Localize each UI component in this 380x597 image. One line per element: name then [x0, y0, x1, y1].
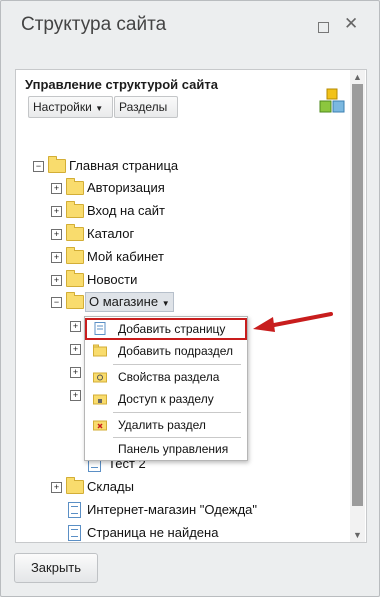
close-button[interactable]: Закрыть	[14, 553, 98, 583]
tree-scrollbar[interactable]: ▲ ▼	[350, 70, 365, 542]
dialog-titlebar[interactable]: Структура сайта ✕	[1, 1, 379, 51]
tree-item[interactable]: + Авторизация	[51, 178, 331, 198]
menu-separator	[113, 412, 241, 413]
tree-item[interactable]: + Вход на сайт	[51, 201, 331, 221]
menu-item-delete-section[interactable]: Удалить раздел	[85, 414, 247, 436]
close-icon[interactable]: ✕	[344, 14, 358, 33]
scrollbar-thumb[interactable]	[352, 84, 363, 506]
menu-item-label: Панель управления	[118, 442, 229, 456]
folder-icon	[66, 292, 84, 309]
chevron-down-icon: ▼	[95, 104, 104, 113]
tree-item[interactable]: Интернет-магазин "Одежда"	[66, 500, 346, 520]
tree-item[interactable]: + Склады	[51, 477, 331, 497]
tree-item-label: Новости	[87, 272, 138, 287]
collapse-icon[interactable]: −	[33, 161, 44, 172]
expand-icon[interactable]: +	[70, 390, 81, 401]
tree-item[interactable]: + Мой кабинет	[51, 247, 331, 267]
folder-icon	[66, 178, 84, 195]
tree-item-label: Каталог	[87, 226, 135, 241]
tree-root-label: Главная страница	[69, 158, 179, 173]
menu-item-control-panel[interactable]: Панель управления	[85, 438, 247, 460]
expand-icon[interactable]: +	[70, 367, 81, 378]
sections-button[interactable]: Разделы	[114, 96, 178, 118]
scroll-down-icon[interactable]: ▼	[353, 530, 362, 540]
close-button-label: Закрыть	[30, 560, 82, 575]
menu-separator	[113, 364, 241, 365]
menu-item-label: Удалить раздел	[118, 418, 206, 432]
expand-icon[interactable]: +	[51, 206, 62, 217]
tree-item[interactable]: + Каталог	[51, 224, 331, 244]
add-folder-icon	[93, 344, 107, 357]
maximize-icon[interactable]	[318, 22, 329, 33]
tree-item-label: Страница не найдена	[87, 525, 219, 540]
menu-item-section-properties[interactable]: Свойства раздела	[85, 366, 247, 388]
tree-root[interactable]: − Главная страница	[33, 156, 333, 176]
tree-item[interactable]: Страница не найдена	[66, 523, 346, 543]
folder-lock-icon	[93, 394, 107, 405]
settings-button[interactable]: Настройки ▼	[28, 96, 113, 118]
expand-icon[interactable]: +	[70, 344, 81, 355]
expand-icon[interactable]: +	[51, 229, 62, 240]
folder-icon	[66, 224, 84, 241]
expand-icon[interactable]: +	[51, 183, 62, 194]
menu-item-label: Доступ к разделу	[118, 392, 214, 406]
folder-delete-icon	[93, 420, 107, 431]
tree-item-label: О магазине	[89, 294, 159, 309]
context-menu: Добавить страницу Добавить подраздел Сво…	[84, 316, 248, 461]
expand-icon[interactable]: +	[51, 252, 62, 263]
expand-icon[interactable]: +	[51, 482, 62, 493]
collapse-icon[interactable]: −	[51, 297, 62, 308]
folder-icon	[66, 270, 84, 287]
tree-item-label: Интернет-магазин "Одежда"	[87, 502, 258, 517]
folder-icon	[66, 477, 84, 494]
site-structure-dialog: Структура сайта ✕ Управление структурой …	[0, 0, 380, 597]
panel-heading: Управление структурой сайта	[25, 77, 218, 92]
structure-panel: Управление структурой сайта Настройки ▼ …	[15, 69, 367, 543]
folder-icon	[66, 201, 84, 218]
menu-item-section-access[interactable]: Доступ к разделу	[85, 388, 247, 410]
puzzle-icon[interactable]	[319, 88, 345, 114]
scroll-up-icon[interactable]: ▲	[353, 72, 362, 82]
folder-icon	[48, 156, 66, 173]
folder-icon	[66, 247, 84, 264]
expand-icon[interactable]: +	[70, 321, 81, 332]
tree-item-label: Склады	[87, 479, 134, 494]
menu-item-label: Добавить страницу	[118, 322, 226, 336]
tree-item-label: Авторизация	[87, 180, 165, 195]
settings-button-label: Настройки	[33, 100, 92, 114]
menu-item-label: Добавить подраздел	[118, 344, 234, 358]
dialog-title: Структура сайта	[21, 14, 167, 35]
tree-item-label: Вход на сайт	[87, 203, 165, 218]
menu-item-add-page[interactable]: Добавить страницу	[85, 318, 247, 340]
add-page-icon	[94, 322, 106, 335]
page-icon	[68, 502, 81, 518]
selected-section-button[interactable]: О магазине ▼	[85, 292, 174, 312]
sections-button-label: Разделы	[119, 100, 168, 114]
page-icon	[68, 525, 81, 541]
folder-properties-icon	[93, 372, 107, 383]
tree-item-label: Мой кабинет	[87, 249, 164, 264]
tree-item[interactable]: + Новости	[51, 270, 331, 290]
menu-item-label: Свойства раздела	[118, 370, 220, 384]
pointer-arrow-icon	[253, 312, 333, 332]
menu-item-add-subsection[interactable]: Добавить подраздел	[85, 340, 247, 362]
chevron-down-icon: ▼	[161, 299, 170, 308]
expand-icon[interactable]: +	[51, 275, 62, 286]
